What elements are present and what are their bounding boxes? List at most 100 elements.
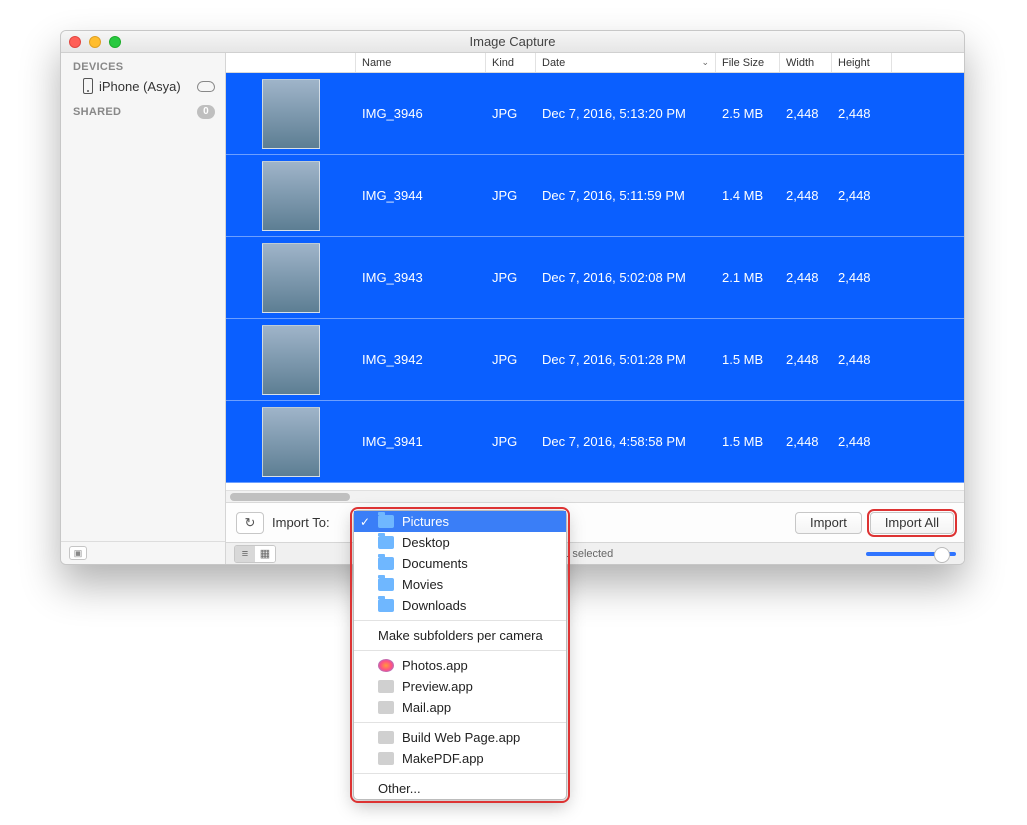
col-height[interactable]: Height xyxy=(832,53,892,72)
import-all-button[interactable]: Import All xyxy=(870,512,954,534)
image-row[interactable]: IMG_3942JPGDec 7, 2016, 5:01:28 PM1.5 MB… xyxy=(226,319,964,401)
image-row[interactable]: IMG_3946JPGDec 7, 2016, 5:13:20 PM2.5 MB… xyxy=(226,73,964,155)
menu-make-subfolders[interactable]: Make subfolders per camera xyxy=(354,625,566,646)
image-row[interactable]: IMG_3943JPGDec 7, 2016, 5:02:08 PM2.1 MB… xyxy=(226,237,964,319)
cell-width: 2,448 xyxy=(780,434,832,449)
image-list[interactable]: IMG_3946JPGDec 7, 2016, 5:13:20 PM2.5 MB… xyxy=(226,73,964,490)
cell-height: 2,448 xyxy=(832,270,892,285)
image-row[interactable]: IMG_3944JPGDec 7, 2016, 5:11:59 PM1.4 MB… xyxy=(226,155,964,237)
cell-width: 2,448 xyxy=(780,188,832,203)
menu-documents[interactable]: Documents xyxy=(354,553,566,574)
cell-name: IMG_3942 xyxy=(356,352,486,367)
menu-downloads[interactable]: Downloads xyxy=(354,595,566,616)
thumbnail xyxy=(262,325,320,395)
sidebar-shared-header: SHARED 0 xyxy=(61,97,225,121)
menu-separator xyxy=(354,773,566,774)
menu-build-web-page-app[interactable]: Build Web Page.app xyxy=(354,727,566,748)
cell-name: IMG_3944 xyxy=(356,188,486,203)
col-file-size[interactable]: File Size xyxy=(716,53,780,72)
col-date[interactable]: Date ⌄ xyxy=(536,53,716,72)
sidebar: DEVICES iPhone (Asya) SHARED 0 ▣ xyxy=(61,53,226,564)
folder-icon xyxy=(378,515,394,528)
cell-date: Dec 7, 2016, 5:02:08 PM xyxy=(536,270,716,285)
menu-photos-app[interactable]: Photos.app xyxy=(354,655,566,676)
cell-size: 1.5 MB xyxy=(716,352,780,367)
menu-mail-app[interactable]: Mail.app xyxy=(354,697,566,718)
cell-name: IMG_3946 xyxy=(356,106,486,121)
cell-name: IMG_3941 xyxy=(356,434,486,449)
thumbnail-size-slider[interactable] xyxy=(866,552,956,556)
import-to-dropdown[interactable]: ✓ Pictures Desktop Documents Movies Down… xyxy=(353,510,567,800)
cell-height: 2,448 xyxy=(832,106,892,121)
menu-separator xyxy=(354,650,566,651)
main-panel: Name Kind Date ⌄ File Size Width Height … xyxy=(226,53,964,564)
cell-kind: JPG xyxy=(486,352,536,367)
cell-kind: JPG xyxy=(486,188,536,203)
grid-view-icon[interactable]: ▦ xyxy=(255,546,275,562)
phone-icon xyxy=(83,78,93,94)
cell-height: 2,448 xyxy=(832,188,892,203)
cell-date: Dec 7, 2016, 5:11:59 PM xyxy=(536,188,716,203)
menu-movies[interactable]: Movies xyxy=(354,574,566,595)
thumbnail xyxy=(262,79,320,149)
cell-height: 2,448 xyxy=(832,434,892,449)
menu-makepdf-app[interactable]: MakePDF.app xyxy=(354,748,566,769)
cell-date: Dec 7, 2016, 5:01:28 PM xyxy=(536,352,716,367)
toggle-device-panel-button[interactable]: ▣ xyxy=(69,546,87,560)
image-row[interactable]: IMG_3941JPGDec 7, 2016, 4:58:58 PM1.5 MB… xyxy=(226,401,964,483)
cell-width: 2,448 xyxy=(780,270,832,285)
col-thumb[interactable] xyxy=(226,53,356,72)
app-icon xyxy=(378,752,394,765)
checkmark-icon: ✓ xyxy=(360,515,370,529)
list-view-icon[interactable]: ≡ xyxy=(235,546,255,562)
folder-icon xyxy=(378,578,394,591)
horizontal-scrollbar[interactable] xyxy=(226,490,964,502)
cell-kind: JPG xyxy=(486,270,536,285)
thumbnail xyxy=(262,243,320,313)
col-width[interactable]: Width xyxy=(780,53,832,72)
device-label: iPhone (Asya) xyxy=(99,79,181,94)
cell-height: 2,448 xyxy=(832,352,892,367)
cell-kind: JPG xyxy=(486,106,536,121)
sidebar-devices-header: DEVICES xyxy=(61,53,225,75)
import-to-label: Import To: xyxy=(272,515,330,530)
menu-preview-app[interactable]: Preview.app xyxy=(354,676,566,697)
import-button[interactable]: Import xyxy=(795,512,862,534)
cell-date: Dec 7, 2016, 4:58:58 PM xyxy=(536,434,716,449)
cell-width: 2,448 xyxy=(780,106,832,121)
photos-app-icon xyxy=(378,659,394,672)
cell-date: Dec 7, 2016, 5:13:20 PM xyxy=(536,106,716,121)
sort-indicator-icon: ⌄ xyxy=(701,57,709,68)
thumbnail xyxy=(262,161,320,231)
thumbnail xyxy=(262,407,320,477)
menu-separator xyxy=(354,722,566,723)
menu-pictures[interactable]: ✓ Pictures xyxy=(354,511,566,532)
folder-icon xyxy=(378,557,394,570)
cell-size: 2.5 MB xyxy=(716,106,780,121)
menu-other[interactable]: Other... xyxy=(354,778,566,799)
col-name[interactable]: Name xyxy=(356,53,486,72)
cell-size: 1.5 MB xyxy=(716,434,780,449)
cell-name: IMG_3943 xyxy=(356,270,486,285)
image-capture-window: Image Capture DEVICES iPhone (Asya) SHAR… xyxy=(60,30,965,565)
scrollbar-thumb[interactable] xyxy=(230,493,350,501)
mail-app-icon xyxy=(378,701,394,714)
col-kind[interactable]: Kind xyxy=(486,53,536,72)
menu-desktop[interactable]: Desktop xyxy=(354,532,566,553)
rotate-button[interactable]: ↻ xyxy=(236,512,264,534)
cell-size: 2.1 MB xyxy=(716,270,780,285)
shared-count-badge: 0 xyxy=(197,105,215,119)
folder-icon xyxy=(378,536,394,549)
cell-kind: JPG xyxy=(486,434,536,449)
menu-separator xyxy=(354,620,566,621)
import-toolbar: ↻ Import To: Import Import All xyxy=(226,502,964,542)
sidebar-device-iphone[interactable]: iPhone (Asya) xyxy=(61,75,225,97)
titlebar: Image Capture xyxy=(61,31,964,53)
folder-icon xyxy=(378,599,394,612)
app-icon xyxy=(378,731,394,744)
view-mode-toggle[interactable]: ≡ ▦ xyxy=(234,545,276,563)
cell-width: 2,448 xyxy=(780,352,832,367)
preview-app-icon xyxy=(378,680,394,693)
cloud-icon xyxy=(197,81,215,92)
status-bar: ≡ ▦ of 361 selected xyxy=(226,542,964,564)
